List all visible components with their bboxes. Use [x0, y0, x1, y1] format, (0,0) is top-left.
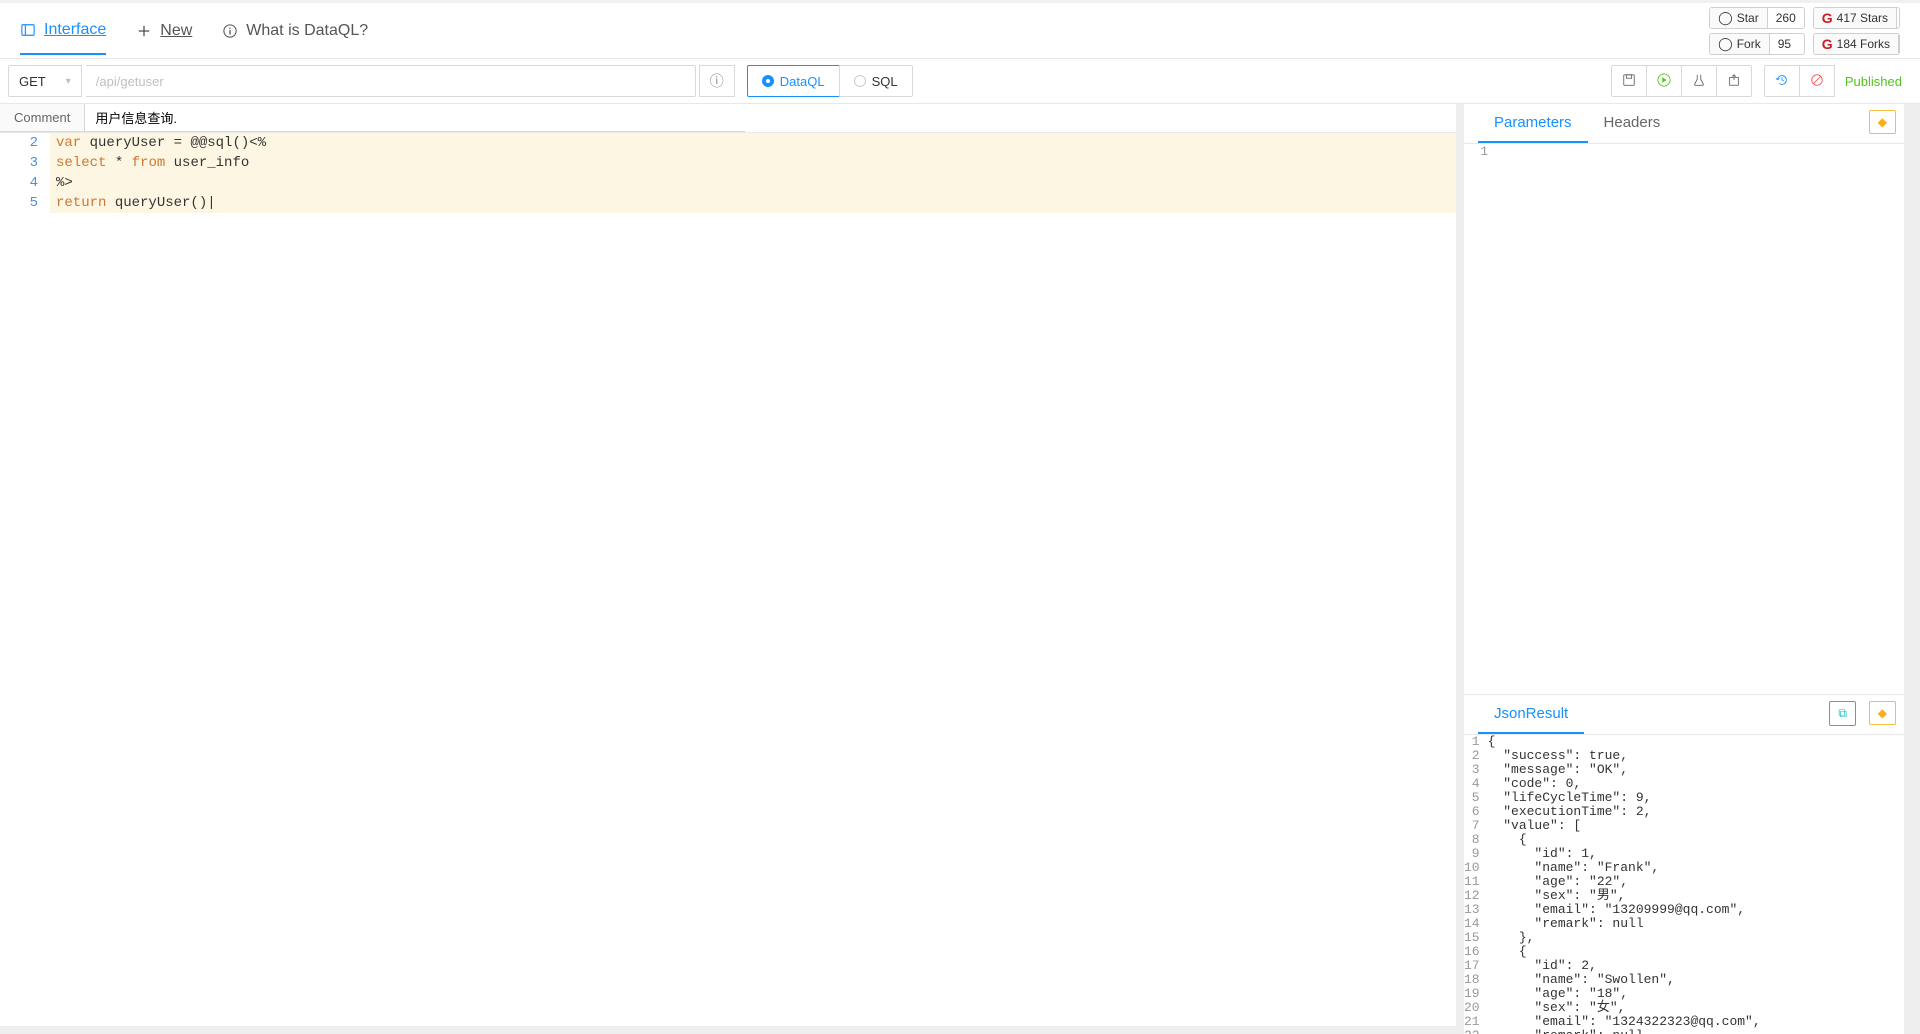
main: Comment 2345 var queryUser = @@sql()<%se… — [0, 104, 1920, 1034]
export-icon — [1727, 73, 1741, 90]
params-editor[interactable]: 1 — [1464, 144, 1904, 694]
mode-sql[interactable]: SQL — [839, 65, 913, 97]
nav-tabs: Interface New What is DataQL? — [20, 7, 1709, 55]
eraser-icon: ◆ — [1878, 115, 1887, 129]
gitee-icon: G — [1822, 10, 1833, 26]
method-select[interactable]: GET ▾ — [8, 65, 82, 97]
gitee-forks-badge[interactable]: G 184 Forks — [1813, 33, 1900, 55]
help-button[interactable]: ⓘ — [699, 65, 735, 97]
tab-whatis-label: What is DataQL? — [246, 22, 368, 40]
chevron-down-icon: ▾ — [66, 76, 71, 87]
radio-checked-icon — [762, 75, 774, 87]
tab-new-label: New — [160, 22, 192, 40]
flask-icon — [1692, 73, 1706, 90]
json-view[interactable]: 12345678910111213141516171819202122 { "s… — [1464, 735, 1904, 1034]
editor-scrollbar[interactable] — [0, 1026, 1456, 1034]
play-circle-icon — [1657, 73, 1671, 90]
clear-result-button[interactable]: ◆ — [1869, 701, 1896, 725]
comment-row: Comment — [0, 104, 1456, 133]
save-button[interactable] — [1611, 65, 1647, 97]
json-body: { "success": true, "message": "OK", "cod… — [1488, 735, 1904, 1034]
history-icon — [1775, 73, 1789, 90]
copy-result-button[interactable]: ⧉ — [1829, 701, 1856, 726]
toolbar: GET ▾ /api/getuser ⓘ DataQL SQL Publishe… — [0, 59, 1920, 104]
header: Interface New What is DataQL? ◯ Star 260 … — [0, 3, 1920, 59]
gitee-stars-badge[interactable]: G 417 Stars — [1813, 7, 1900, 29]
history-button[interactable] — [1764, 65, 1800, 97]
tab-new[interactable]: New — [136, 21, 192, 55]
gitee-stars: 417 Stars — [1837, 11, 1888, 25]
plus-icon — [136, 23, 152, 39]
github-star-badge[interactable]: ◯ Star 260 — [1709, 7, 1805, 29]
fork-count: 95 — [1770, 35, 1799, 53]
tab-interface[interactable]: Interface — [20, 21, 106, 55]
stop-circle-icon — [1810, 73, 1824, 90]
github-fork-badge[interactable]: ◯ Fork 95 — [1709, 33, 1805, 55]
path-value: /api/getuser — [96, 74, 164, 89]
export-button[interactable] — [1716, 65, 1752, 97]
code-body[interactable]: var queryUser = @@sql()<%select * from u… — [50, 133, 1456, 1026]
mode-dataql[interactable]: DataQL — [747, 65, 840, 97]
params-body[interactable] — [1494, 144, 1904, 694]
right-column: Parameters Headers ◆ 1 JsonResult ⧉ ◆ 12… — [1464, 104, 1904, 1034]
tab-parameters[interactable]: Parameters — [1478, 104, 1588, 143]
result-section: JsonResult ⧉ ◆ 1234567891011121314151617… — [1464, 694, 1904, 1034]
right-divider — [1904, 104, 1920, 1034]
fork-label: Fork — [1737, 37, 1761, 51]
line-gutter: 2345 — [0, 133, 50, 1026]
info-circle-icon — [222, 23, 238, 39]
action-group-2: Published — [1756, 65, 1912, 97]
mode-sql-label: SQL — [872, 74, 898, 89]
method-value: GET — [19, 74, 46, 89]
mode-group: DataQL SQL — [747, 65, 913, 97]
comment-label: Comment — [0, 104, 85, 132]
panel-icon — [20, 22, 36, 38]
code-editor[interactable]: 2345 var queryUser = @@sql()<%select * f… — [0, 133, 1456, 1026]
question-circle-icon: ⓘ — [710, 71, 724, 91]
disable-button[interactable] — [1799, 65, 1835, 97]
tab-headers[interactable]: Headers — [1588, 104, 1677, 143]
gitee-icon: G — [1822, 36, 1833, 52]
radio-icon — [854, 75, 866, 87]
comment-input[interactable] — [85, 104, 745, 132]
params-gutter: 1 — [1464, 144, 1494, 694]
result-tabs: JsonResult ⧉ ◆ — [1464, 695, 1904, 735]
mode-dataql-label: DataQL — [780, 74, 825, 89]
test-button[interactable] — [1681, 65, 1717, 97]
eraser-icon: ◆ — [1878, 706, 1887, 720]
tab-jsonresult[interactable]: JsonResult — [1478, 695, 1584, 734]
gitee-forks: 184 Forks — [1837, 37, 1890, 51]
star-label: Star — [1737, 11, 1759, 25]
badges: ◯ Star 260 ◯ Fork 95 G 417 Stars G 184 Forks — [1709, 7, 1900, 55]
json-gutter: 12345678910111213141516171819202122 — [1464, 735, 1488, 1034]
github-icon: ◯ — [1718, 10, 1733, 26]
side-tabs: Parameters Headers ◆ — [1464, 104, 1904, 144]
path-input[interactable]: /api/getuser — [86, 65, 696, 97]
run-button[interactable] — [1646, 65, 1682, 97]
github-icon: ◯ — [1718, 36, 1733, 52]
action-group-1 — [1603, 65, 1752, 97]
copy-icon: ⧉ — [1838, 706, 1847, 720]
save-icon — [1622, 73, 1636, 90]
tab-interface-label: Interface — [44, 21, 106, 39]
star-count: 260 — [1768, 9, 1804, 27]
status-label: Published — [1835, 65, 1912, 97]
clear-button[interactable]: ◆ — [1869, 110, 1896, 134]
tab-whatis[interactable]: What is DataQL? — [222, 21, 368, 55]
editor-column: Comment 2345 var queryUser = @@sql()<%se… — [0, 104, 1464, 1034]
